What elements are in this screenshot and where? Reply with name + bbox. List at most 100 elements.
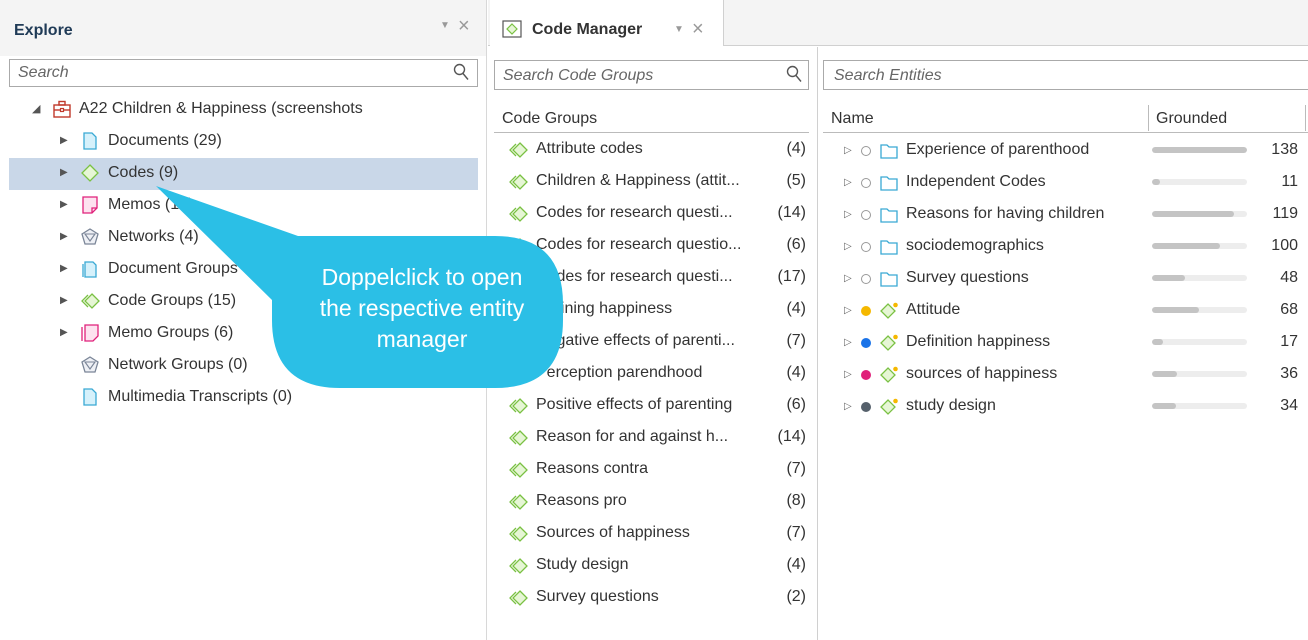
tree-item-label: Network Groups (0) <box>108 356 248 373</box>
expand-arrow-icon[interactable]: ▶ <box>60 327 68 338</box>
entity-label: sociodemographics <box>906 237 1044 254</box>
code-group-count: (5) <box>786 172 806 189</box>
code-group-row[interactable]: Sources of happiness (7) <box>488 519 818 551</box>
tree-item-label: Codes (9) <box>108 164 179 181</box>
expand-arrow-icon[interactable]: ▷ <box>844 369 852 380</box>
code-group-row[interactable]: Codes for research questio... (6) <box>488 231 818 263</box>
tree-item-codes[interactable]: ▶ Codes (9) <box>9 158 478 190</box>
code-group-icon <box>509 494 528 510</box>
close-icon[interactable]: × <box>458 16 470 36</box>
tab-code-manager[interactable]: Code Manager ▼ × <box>490 0 724 46</box>
code-group-label: Positive effects of parenting <box>536 396 733 413</box>
grounded-bar-fill <box>1152 211 1234 217</box>
expand-arrow-icon[interactable]: ▶ <box>60 135 68 146</box>
code-group-row[interactable]: Perception parendhood (4) <box>488 359 818 391</box>
code-group-count: (7) <box>786 460 806 477</box>
empty-circle-icon <box>861 210 871 220</box>
column-header-name[interactable]: Name <box>831 110 874 128</box>
column-divider[interactable] <box>1148 105 1149 131</box>
code-group-count: (6) <box>786 236 806 253</box>
tree-item-multimedia-transcripts[interactable]: Multimedia Transcripts (0) <box>0 382 486 414</box>
entities-search-input[interactable]: Search Entities <box>823 60 1308 90</box>
code-group-label: Children & Happiness (attit... <box>536 172 740 189</box>
entity-row[interactable]: ▷ Attitude 68 <box>819 295 1308 327</box>
code-groups-search-input[interactable]: Search Code Groups <box>494 60 809 90</box>
explore-title: Explore <box>14 22 73 39</box>
expand-arrow-icon[interactable]: ▶ <box>60 199 68 210</box>
code-group-row[interactable]: Positive effects of parenting (6) <box>488 391 818 423</box>
expand-arrow-icon[interactable]: ▷ <box>844 241 852 252</box>
code-group-row[interactable]: Codes for research questi... (14) <box>488 199 818 231</box>
code-group-row[interactable]: Reason for and against h... (14) <box>488 423 818 455</box>
expand-arrow-icon[interactable]: ▷ <box>844 177 852 188</box>
code-group-icon <box>509 526 528 542</box>
expand-arrow-icon[interactable]: ▷ <box>844 209 852 220</box>
code-group-icon <box>509 142 528 158</box>
expand-arrow-icon[interactable]: ▷ <box>844 337 852 348</box>
grounded-bar <box>1152 403 1247 409</box>
collapse-arrow-icon[interactable]: ◢ <box>32 102 40 115</box>
grounded-bar-fill <box>1152 403 1176 409</box>
grounded-bar-fill <box>1152 147 1247 153</box>
entity-row[interactable]: ▷ Definition happiness 17 <box>819 327 1308 359</box>
tree-item-networks[interactable]: ▶ Networks (4) <box>0 222 486 254</box>
grounded-bar <box>1152 275 1247 281</box>
entity-label: study design <box>906 397 996 414</box>
code-group-row[interactable]: Study design (4) <box>488 551 818 583</box>
code-group-row[interactable]: Attribute codes (4) <box>488 135 818 167</box>
memo-group-icon <box>81 324 99 342</box>
code-group-row[interactable]: Survey questions (2) <box>488 583 818 615</box>
memo-icon <box>82 196 98 214</box>
search-icon[interactable] <box>453 63 469 81</box>
expand-arrow-icon[interactable]: ▷ <box>844 305 852 316</box>
close-icon[interactable]: × <box>692 19 704 39</box>
expand-arrow-icon[interactable]: ▶ <box>60 231 68 242</box>
code-group-icon <box>509 398 528 414</box>
panel-menu-icon[interactable]: ▼ <box>440 20 450 31</box>
project-root[interactable]: ◢ A22 Children & Happiness (screenshots <box>0 94 486 126</box>
expand-arrow-icon[interactable]: ▶ <box>60 263 68 274</box>
code-group-row[interactable]: Reasons contra (7) <box>488 455 818 487</box>
code-icon <box>880 334 898 351</box>
empty-circle-icon <box>861 274 871 284</box>
search-placeholder: Search Code Groups <box>503 67 654 84</box>
tab-menu-icon[interactable]: ▼ <box>674 24 684 35</box>
expand-arrow-icon[interactable]: ▷ <box>844 273 852 284</box>
code-group-label: Attribute codes <box>536 140 643 157</box>
code-groups-header[interactable]: Code Groups <box>494 103 809 133</box>
entity-row[interactable]: ▷ sources of happiness 36 <box>819 359 1308 391</box>
explore-search-input[interactable]: Search <box>9 59 478 87</box>
code-group-row[interactable]: Reasons pro (8) <box>488 487 818 519</box>
entity-label: Attitude <box>906 301 961 318</box>
tree-item-memos[interactable]: ▶ Memos (15) <box>0 190 486 222</box>
entity-row[interactable]: ▷ Experience of parenthood 138 <box>819 135 1308 167</box>
search-icon[interactable] <box>786 65 802 83</box>
empty-circle-icon <box>861 242 871 252</box>
code-group-row[interactable]: Children & Happiness (attit... (5) <box>488 167 818 199</box>
network-group-icon <box>81 356 99 373</box>
code-group-count: (7) <box>786 332 806 349</box>
expand-arrow-icon[interactable]: ▶ <box>60 295 68 306</box>
entity-row[interactable]: ▷ Survey questions 48 <box>819 263 1308 295</box>
tree-item-label: Document Groups <box>108 260 238 277</box>
code-group-label: Survey questions <box>536 588 659 605</box>
entity-row[interactable]: ▷ Independent Codes 11 <box>819 167 1308 199</box>
tree-item-documents[interactable]: ▶ Documents (29) <box>0 126 486 158</box>
entity-row[interactable]: ▷ study design 34 <box>819 391 1308 423</box>
column-divider[interactable] <box>1305 105 1306 131</box>
grounded-count: 138 <box>1271 141 1298 158</box>
color-dot-icon <box>861 402 871 412</box>
expand-arrow-icon[interactable]: ▷ <box>844 401 852 412</box>
column-header-grounded[interactable]: Grounded <box>1156 110 1227 128</box>
code-group-icon <box>509 366 528 382</box>
entity-row[interactable]: ▷ sociodemographics 100 <box>819 231 1308 263</box>
code-group-icon <box>509 174 528 190</box>
entity-row[interactable]: ▷ Reasons for having children 119 <box>819 199 1308 231</box>
empty-circle-icon <box>861 178 871 188</box>
grounded-bar <box>1152 147 1247 153</box>
grounded-bar-fill <box>1152 307 1199 313</box>
expand-arrow-icon[interactable]: ▷ <box>844 145 852 156</box>
expand-arrow-icon[interactable]: ▶ <box>60 167 68 178</box>
code-group-icon <box>509 462 528 478</box>
entity-label: Survey questions <box>906 269 1029 286</box>
